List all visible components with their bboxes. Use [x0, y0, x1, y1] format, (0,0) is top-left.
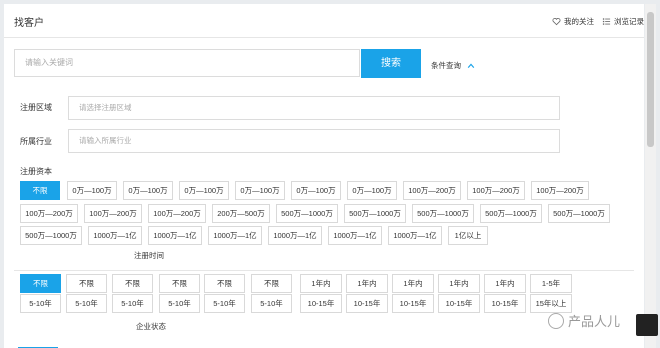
filter-option[interactable]: 100万—200万: [148, 204, 206, 223]
search-button[interactable]: 搜索: [361, 49, 421, 78]
filter-option[interactable]: 10-15年: [484, 294, 526, 313]
wechat-icon: [548, 312, 564, 329]
region-label: 注册区域: [20, 103, 52, 112]
filter-option[interactable]: 1亿以上: [448, 226, 488, 245]
keyword-search-input[interactable]: 请输入关键词: [14, 49, 360, 77]
region-select[interactable]: 请选择注册区域: [68, 96, 560, 120]
filter-option[interactable]: 不限: [20, 181, 60, 200]
filter-option[interactable]: 1000万—1亿: [268, 226, 322, 245]
industry-label: 所属行业: [20, 137, 52, 146]
browse-history-link[interactable]: 浏览记录: [602, 16, 644, 27]
filter-option[interactable]: 1年内: [438, 274, 480, 293]
time-label: 注册时间: [134, 251, 164, 260]
section-divider: [14, 270, 634, 271]
industry-input[interactable]: 请输入所属行业: [68, 129, 560, 153]
filter-option[interactable]: 500万—1000万: [20, 226, 82, 245]
filter-option[interactable]: 10-15年: [300, 294, 342, 313]
filter-option[interactable]: 500万—1000万: [276, 204, 338, 223]
filter-option[interactable]: 不限: [204, 274, 245, 293]
filter-option[interactable]: 1年内: [484, 274, 526, 293]
filter-option[interactable]: 不限: [20, 274, 61, 293]
capital-label: 注册资本: [20, 167, 52, 176]
list-icon: [602, 18, 611, 25]
filter-option[interactable]: 1000万—1亿: [328, 226, 382, 245]
filter-option[interactable]: 10-15年: [392, 294, 434, 313]
filter-option[interactable]: 100万—200万: [403, 181, 461, 200]
filter-option[interactable]: 500万—1000万: [480, 204, 542, 223]
filter-option[interactable]: 不限: [251, 274, 292, 293]
filter-option[interactable]: 1000万—1亿: [148, 226, 202, 245]
watermark-text: 产品人儿: [568, 314, 621, 329]
filter-option[interactable]: 0万—100万: [235, 181, 285, 200]
filter-option[interactable]: 不限: [112, 274, 153, 293]
filter-option[interactable]: 500万—1000万: [344, 204, 406, 223]
scroll-thumb[interactable]: [647, 12, 654, 147]
main-panel: 找客户 我的关注 浏览记录 请输入关键词 搜索 条件查询 注册区域 请选择注册区…: [4, 4, 644, 348]
filter-option[interactable]: 不限: [66, 274, 107, 293]
filter-option[interactable]: 0万—100万: [291, 181, 341, 200]
filter-option[interactable]: 1000万—1亿: [88, 226, 142, 245]
filter-option[interactable]: 5-10年: [20, 294, 61, 313]
filter-option[interactable]: 500万—1000万: [548, 204, 610, 223]
filter-option[interactable]: 5-10年: [66, 294, 107, 313]
heart-icon: [552, 18, 561, 26]
filter-option[interactable]: 1-5年: [530, 274, 572, 293]
filter-option[interactable]: 1年内: [300, 274, 342, 293]
watermark: 产品人儿: [548, 311, 620, 330]
filter-option[interactable]: 5-10年: [204, 294, 245, 313]
filter-option[interactable]: 100万—200万: [20, 204, 78, 223]
my-follow-label: 我的关注: [564, 17, 594, 26]
filter-option[interactable]: 5-10年: [112, 294, 153, 313]
filter-option[interactable]: 10-15年: [346, 294, 388, 313]
filter-option[interactable]: 不限: [159, 274, 200, 293]
page-title: 找客户: [14, 18, 44, 29]
filter-option[interactable]: 10-15年: [438, 294, 480, 313]
filter-option[interactable]: 0万—100万: [347, 181, 397, 200]
filter-option[interactable]: 0万—100万: [123, 181, 173, 200]
page-header: 找客户 我的关注 浏览记录: [4, 4, 644, 38]
condition-query-toggle[interactable]: 条件查询: [431, 60, 475, 71]
filter-option[interactable]: 1年内: [346, 274, 388, 293]
chevron-up-icon: [467, 62, 475, 68]
chat-icon[interactable]: [636, 314, 658, 336]
filter-option[interactable]: 1000万—1亿: [388, 226, 442, 245]
filter-option[interactable]: 1年内: [392, 274, 434, 293]
scrollbar[interactable]: [645, 4, 656, 348]
filter-option[interactable]: 5-10年: [159, 294, 200, 313]
filter-option[interactable]: 0万—100万: [67, 181, 117, 200]
filter-option[interactable]: 1000万—1亿: [208, 226, 262, 245]
filter-option[interactable]: 100万—200万: [531, 181, 589, 200]
filter-option[interactable]: 100万—200万: [467, 181, 525, 200]
filter-option[interactable]: 500万—1000万: [412, 204, 474, 223]
my-follow-link[interactable]: 我的关注: [552, 16, 594, 27]
browse-history-label: 浏览记录: [614, 17, 644, 26]
condition-query-label: 条件查询: [431, 61, 461, 70]
status-label: 企业状态: [136, 322, 166, 331]
filter-option[interactable]: 100万—200万: [84, 204, 142, 223]
filter-option[interactable]: 5-10年: [251, 294, 292, 313]
filter-option[interactable]: 0万—100万: [179, 181, 229, 200]
filter-option[interactable]: 200万—500万: [212, 204, 270, 223]
